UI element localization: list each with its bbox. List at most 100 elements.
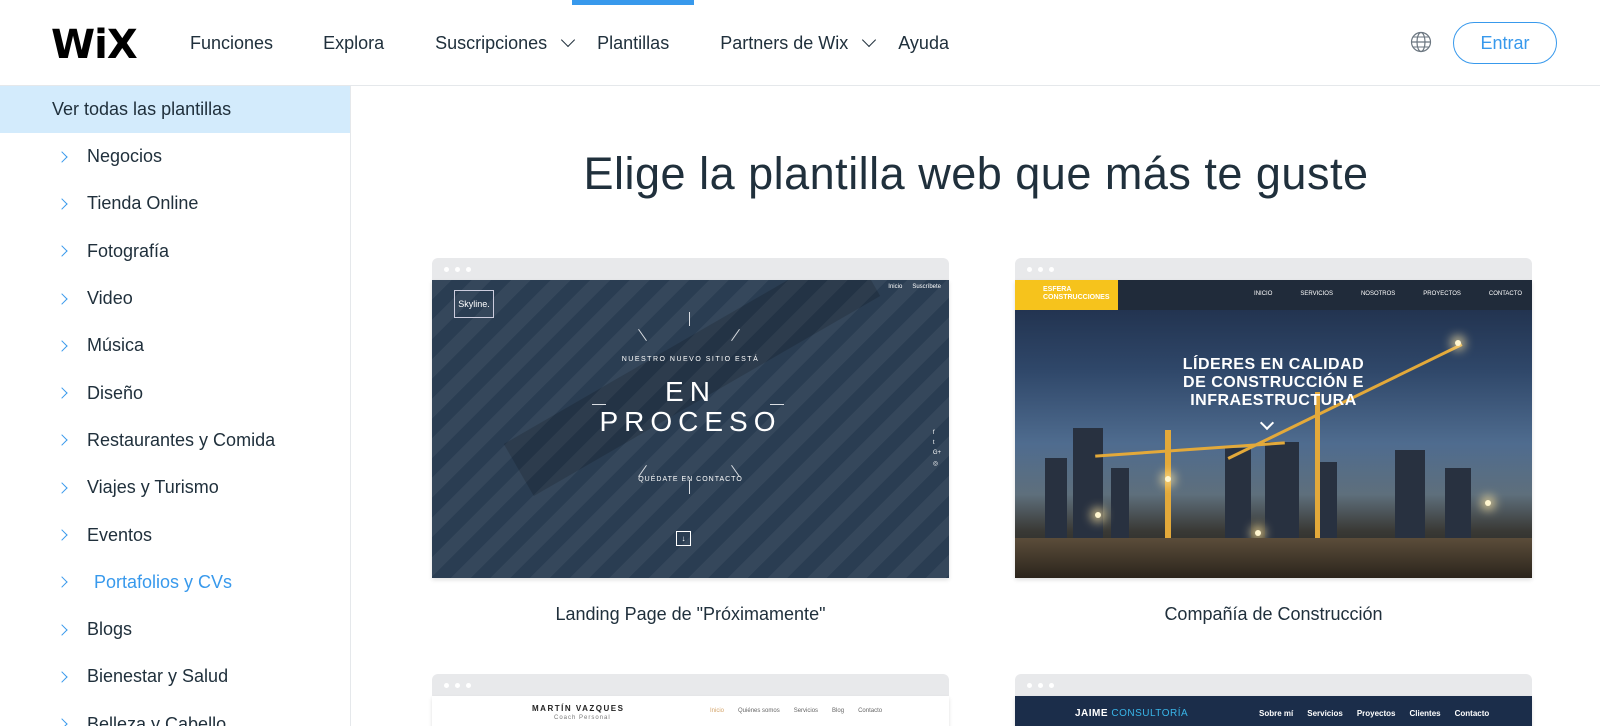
- window-dot: [1027, 682, 1032, 688]
- google-plus-icon: G+: [932, 450, 941, 456]
- preview-logo-line: CONSTRUCCIONES: [1043, 294, 1110, 301]
- login-button[interactable]: Entrar: [1453, 22, 1557, 64]
- template-card-construction[interactable]: ESFERA CONSTRUCCIONES INICIO SERVICIOS NO…: [1015, 258, 1532, 625]
- chevron-right-icon: [56, 482, 68, 494]
- sidebar-item-eventos[interactable]: Eventos: [0, 511, 350, 558]
- window-dot: [466, 266, 471, 272]
- template-thumbnail[interactable]: JAIME CONSULTORÍA Sobre mí Servicios Pro…: [1015, 696, 1532, 726]
- site-light: [1165, 476, 1171, 482]
- nav-funciones[interactable]: Funciones: [190, 0, 273, 86]
- sidebar-item-tienda-online[interactable]: Tienda Online: [0, 180, 350, 227]
- sidebar-item-negocios[interactable]: Negocios: [0, 133, 350, 180]
- sidebar-item-belleza[interactable]: Belleza y Cabello: [0, 701, 350, 726]
- template-caption[interactable]: Compañía de Construcción: [1015, 604, 1532, 625]
- template-card-landing[interactable]: Skyline. Inicio Suscríbete NUESTRO NUEVO …: [432, 258, 949, 625]
- nav-explora[interactable]: Explora: [323, 0, 384, 86]
- preview-link: Contacto: [858, 708, 883, 714]
- chevron-right-icon: [56, 576, 68, 588]
- chevron-right-icon: [56, 718, 68, 726]
- window-dot: [1038, 682, 1043, 688]
- crane-mast: [1165, 430, 1171, 540]
- building-shape: [1265, 442, 1299, 538]
- sidebar-item-musica[interactable]: Música: [0, 322, 350, 369]
- chevron-right-icon: [56, 245, 68, 257]
- page-title: Elige la plantilla web que más te guste: [583, 148, 1369, 199]
- wix-logo[interactable]: WiX: [51, 22, 138, 68]
- preview-menu-item: CONTACTO: [1488, 291, 1522, 297]
- preview-hero-line: INFRAESTRUCTURA: [1190, 392, 1357, 409]
- preview-links: Inicio Quiénes somos Servicios Blog Cont…: [710, 708, 882, 714]
- chevron-down-icon: [561, 32, 576, 48]
- nav-label: Ayuda: [898, 32, 949, 53]
- chevron-right-icon: [56, 198, 68, 210]
- sidebar-item-bienestar[interactable]: Bienestar y Salud: [0, 653, 350, 700]
- sidebar-item-label: Tienda Online: [87, 193, 199, 214]
- sidebar-item-fotografia[interactable]: Fotografía: [0, 228, 350, 275]
- preview-name-b: CONSULTORÍA: [1111, 708, 1189, 719]
- browser-bar: [432, 258, 949, 280]
- nav-label: Partners de Wix: [720, 32, 849, 53]
- preview-title-line2: PROCESO: [599, 406, 782, 437]
- nav-label: Suscripciones: [435, 32, 548, 53]
- nav-suscripciones[interactable]: Suscripciones: [435, 0, 576, 86]
- sidebar-item-viajes[interactable]: Viajes y Turismo: [0, 464, 350, 511]
- template-caption[interactable]: Landing Page de "Próximamente": [432, 604, 949, 625]
- chevron-right-icon: [56, 671, 68, 683]
- sidebar-item-all-templates[interactable]: Ver todas las plantillas: [0, 86, 350, 133]
- twitter-icon: t: [932, 440, 935, 446]
- sidebar-item-blogs[interactable]: Blogs: [0, 606, 350, 653]
- preview-link: Inicio: [710, 708, 725, 714]
- sidebar-item-diseno[interactable]: Diseño: [0, 369, 350, 416]
- preview-menu-item: SERVICIOS: [1300, 291, 1333, 297]
- sidebar-item-restaurantes[interactable]: Restaurantes y Comida: [0, 417, 350, 464]
- sidebar-item-label: Viajes y Turismo: [87, 477, 219, 498]
- chevron-down-icon: [862, 32, 877, 48]
- main-nav: Funciones Explora Suscripciones Plantill…: [190, 0, 949, 86]
- window-dot: [444, 682, 449, 688]
- template-gallery: Elige la plantilla web que más te guste …: [352, 86, 1600, 726]
- browser-bar: [1015, 258, 1532, 280]
- template-thumbnail[interactable]: Skyline. Inicio Suscríbete NUESTRO NUEVO …: [432, 280, 949, 578]
- nav-label: Plantillas: [597, 32, 670, 53]
- sidebar-item-label: Negocios: [87, 146, 163, 167]
- sidebar-item-label: Música: [87, 335, 145, 356]
- nav-partners[interactable]: Partners de Wix: [720, 0, 877, 86]
- preview-role: Coach Personal: [554, 715, 611, 721]
- preview-link: Quiénes somos: [738, 708, 780, 714]
- globe-icon[interactable]: [1410, 31, 1432, 53]
- preview-link: Servicios: [1307, 709, 1343, 718]
- preview-link: Clientes: [1409, 709, 1441, 718]
- preview-top-links: Inicio Suscríbete: [888, 284, 941, 290]
- template-card-coach[interactable]: MARTÍN VAZQUES Coach Personal Inicio Qui…: [432, 674, 949, 726]
- chevron-right-icon: [56, 387, 68, 399]
- building-shape: [1225, 448, 1251, 538]
- preview-name: JAIME CONSULTORÍA: [1075, 708, 1188, 719]
- preview-brand: Skyline.: [454, 290, 494, 318]
- preview-menu-item: INICIO: [1254, 291, 1273, 297]
- preview-links: Sobre mí Servicios Proyectos Clientes Co…: [1259, 709, 1489, 718]
- chevron-down-icon: [1259, 415, 1275, 431]
- sidebar-item-label: Bienestar y Salud: [87, 666, 229, 687]
- building-shape: [1073, 428, 1103, 538]
- nav-plantillas[interactable]: Plantillas: [572, 0, 695, 86]
- preview-link: Contacto: [1454, 709, 1490, 718]
- preview-contact: QUÉDATE EN CONTACTO: [638, 476, 743, 483]
- building-shape: [1045, 458, 1067, 538]
- building-shape: [1395, 450, 1425, 538]
- template-thumbnail[interactable]: ESFERA CONSTRUCCIONES INICIO SERVICIOS NO…: [1015, 280, 1532, 578]
- nav-ayuda[interactable]: Ayuda: [898, 0, 949, 86]
- sidebar-item-portafolios[interactable]: Portafolios y CVs: [0, 559, 350, 606]
- preview-menu-item: PROYECTOS: [1423, 291, 1461, 297]
- instagram-icon: ◎: [932, 461, 939, 467]
- sidebar-item-video[interactable]: Video: [0, 275, 350, 322]
- arrow-down-icon: ↓: [676, 531, 691, 546]
- preview-hero-line: DE CONSTRUCCIÓN E: [1183, 374, 1364, 391]
- sidebar-item-label: Blogs: [87, 619, 133, 640]
- sidebar-item-label: Eventos: [87, 524, 153, 545]
- site-light: [1255, 530, 1261, 536]
- window-dot: [1038, 266, 1043, 272]
- browser-bar: [1015, 674, 1532, 696]
- nav-label: Funciones: [190, 32, 274, 53]
- template-card-consulting[interactable]: JAIME CONSULTORÍA Sobre mí Servicios Pro…: [1015, 674, 1532, 726]
- template-thumbnail[interactable]: MARTÍN VAZQUES Coach Personal Inicio Qui…: [432, 696, 949, 726]
